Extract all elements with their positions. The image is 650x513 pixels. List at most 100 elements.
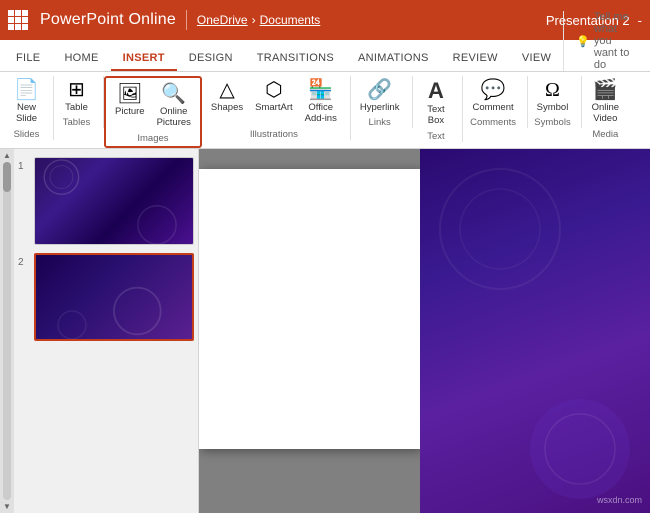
office-addins-icon: 🏪 [308,80,333,100]
tables-group-label: Tables [63,117,90,128]
ribbon-group-text: A TextBox Text [413,76,463,142]
online-video-button[interactable]: 🎬 OnlineVideo [587,76,624,127]
slide-1-thumb[interactable] [34,157,194,245]
links-group-items: 🔗 Hyperlink [355,76,405,115]
slide-1-container: 1 [18,157,194,245]
online-video-label: OnlineVideo [592,102,619,125]
symbols-group-items: Ω Symbol [532,76,574,115]
online-pictures-button[interactable]: 🔍 OnlinePictures [152,80,196,131]
ribbon-content: 📄 NewSlide Slides ⊞ Table Tables 🖼 Pictu [0,72,650,148]
tab-design[interactable]: DESIGN [177,46,245,71]
breadcrumb-onedrive[interactable]: OneDrive [197,13,248,27]
tell-me-bar[interactable]: 💡 Tell me what you want to do [563,11,646,71]
shapes-button[interactable]: △ Shapes [206,76,248,115]
online-pictures-label: OnlinePictures [157,106,191,129]
office-addins-button[interactable]: 🏪 OfficeAdd-ins [300,76,342,127]
picture-button[interactable]: 🖼 Picture [110,80,150,119]
symbol-button[interactable]: Ω Symbol [532,76,574,115]
online-pictures-icon: 🔍 [161,84,186,104]
slide-1-number: 1 [18,157,30,172]
waffle-icon[interactable] [8,10,28,30]
images-group-label: Images [137,133,168,144]
links-group-label: Links [369,117,391,128]
online-video-icon: 🎬 [593,80,618,100]
breadcrumb-documents[interactable]: Documents [260,13,321,27]
slides-group-label: Slides [14,129,40,140]
media-group-items: 🎬 OnlineVideo [587,76,624,127]
hyperlink-icon: 🔗 [367,80,392,100]
text-box-button[interactable]: A TextBox [418,76,454,129]
tab-animations[interactable]: ANIMATIONS [346,46,441,71]
comment-button[interactable]: 💬 Comment [467,76,518,115]
picture-icon: 🖼 [117,84,142,104]
smartart-button[interactable]: ⬡ SmartArt [250,76,297,115]
comments-group-label: Comments [470,117,516,128]
ribbon-group-comments: 💬 Comment Comments [463,76,527,128]
slide-2-number: 2 [18,253,30,268]
ribbon-group-illustrations: △ Shapes ⬡ SmartArt 🏪 OfficeAdd-ins Illu… [202,76,351,140]
images-group-items: 🖼 Picture 🔍 OnlinePictures [110,80,196,131]
tell-me-text: Tell me what you want to do [594,11,634,71]
illustrations-group-label: Illustrations [250,129,298,140]
scroll-up-button[interactable]: ▲ [3,151,11,160]
app-logo: PowerPoint Online [8,10,176,30]
tab-insert[interactable]: INSERT [111,46,177,71]
breadcrumb-separator: › [252,13,256,27]
right-slide-preview: wsxdn.com [420,149,650,513]
new-slide-icon: 📄 [14,80,39,100]
symbol-label: Symbol [537,102,569,113]
scroll-indicator[interactable]: ▲ ▼ [0,149,14,513]
tab-view[interactable]: VIEW [510,46,563,71]
tab-file[interactable]: FILE [4,46,52,71]
smartart-label: SmartArt [255,102,292,113]
slide-2-container: 2 [18,253,194,341]
text-box-label: TextBox [427,104,444,127]
tab-review[interactable]: REVIEW [441,46,510,71]
title-divider [186,10,187,30]
scroll-track [3,162,11,500]
ribbon-group-tables: ⊞ Table Tables [54,76,104,128]
comment-icon: 💬 [481,80,506,100]
lightbulb-icon: 💡 [576,35,590,48]
picture-label: Picture [115,106,145,117]
smartart-icon: ⬡ [265,80,282,100]
illustrations-group-items: △ Shapes ⬡ SmartArt 🏪 OfficeAdd-ins [206,76,342,127]
ribbon-group-media: 🎬 OnlineVideo Media [582,76,632,140]
slide-panel: 1 2 [14,149,199,513]
text-group-label: Text [427,131,444,142]
comments-group-items: 💬 Comment [467,76,518,115]
watermark: wsxdn.com [597,495,642,505]
tab-home[interactable]: HOME [52,46,110,71]
table-label: Table [65,102,88,113]
office-addins-label: OfficeAdd-ins [305,102,337,125]
tables-group-items: ⊞ Table [59,76,95,115]
scroll-down-button[interactable]: ▼ [3,502,11,511]
table-icon: ⊞ [68,80,85,100]
slide-2-thumb[interactable] [34,253,194,341]
symbol-icon: Ω [545,80,560,100]
hyperlink-button[interactable]: 🔗 Hyperlink [355,76,405,115]
table-button[interactable]: ⊞ Table [59,76,95,115]
tab-transitions[interactable]: TRANSITIONS [245,46,346,71]
new-slide-button[interactable]: 📄 NewSlide [9,76,45,127]
slides-group-items: 📄 NewSlide [9,76,45,127]
shapes-icon: △ [219,80,234,100]
ribbon-group-slides: 📄 NewSlide Slides [4,76,54,140]
slide-2-bg [36,255,192,339]
comment-label: Comment [472,102,513,113]
media-group-label: Media [592,129,618,140]
hyperlink-label: Hyperlink [360,102,400,113]
canvas-area [199,149,420,513]
slide-canvas[interactable] [199,169,420,449]
ribbon-tabs: FILE HOME INSERT DESIGN TRANSITIONS ANIM… [0,40,650,72]
main-area: ▲ ▼ 1 2 [0,149,650,513]
breadcrumb: OneDrive › Documents [197,13,320,27]
text-group-items: A TextBox [418,76,454,129]
shapes-label: Shapes [211,102,243,113]
ribbon-group-images: 🖼 Picture 🔍 OnlinePictures Images [104,76,202,148]
symbols-group-label: Symbols [534,117,570,128]
text-box-icon: A [428,80,444,102]
ribbon: FILE HOME INSERT DESIGN TRANSITIONS ANIM… [0,40,650,149]
scroll-thumb [3,162,11,192]
ribbon-group-symbols: Ω Symbol Symbols [528,76,583,128]
